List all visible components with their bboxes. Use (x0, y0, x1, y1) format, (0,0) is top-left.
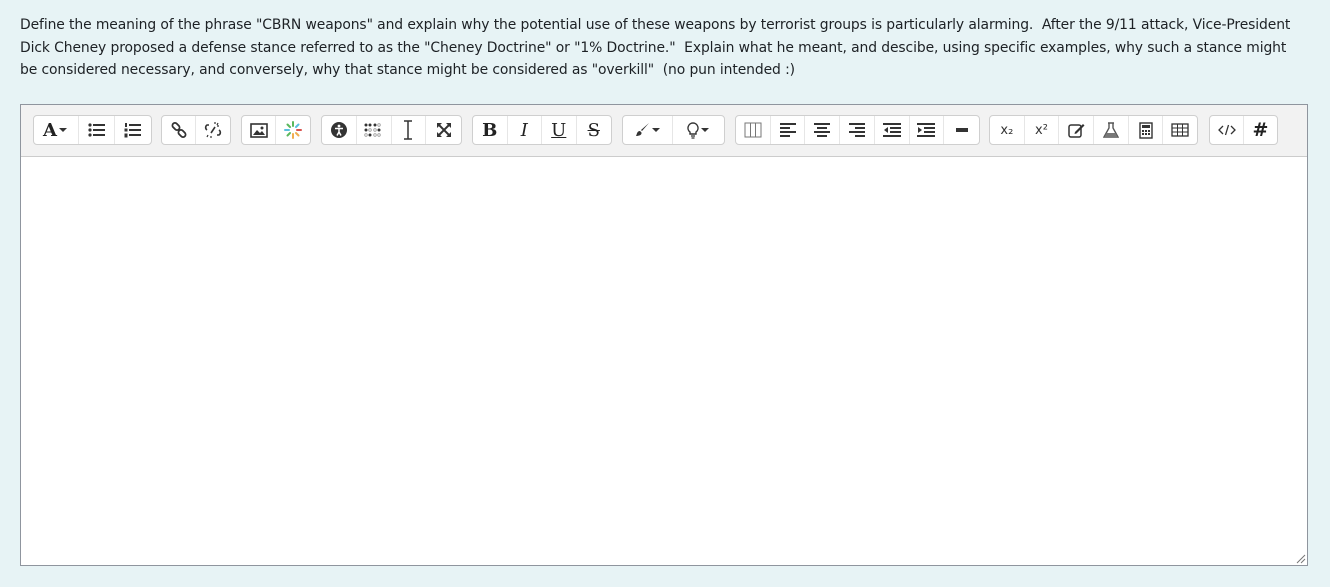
indent-icon (917, 123, 936, 137)
align-center-icon (814, 123, 831, 137)
indent-button[interactable] (910, 116, 945, 144)
align-left-button[interactable] (771, 116, 806, 144)
bullet-list-icon (87, 123, 105, 137)
underline-button[interactable]: U (542, 116, 577, 144)
outdent-icon (882, 123, 901, 137)
equation-editor-button[interactable] (1059, 116, 1095, 144)
subscript-icon: x₂ (1000, 122, 1014, 138)
edit-box-icon (1067, 124, 1085, 138)
toolbar-group-insert: x₂ x² (989, 115, 1198, 145)
caret-down-icon (700, 128, 709, 132)
outdent-button[interactable] (875, 116, 910, 144)
fullscreen-button[interactable] (426, 116, 461, 144)
editor-content-area[interactable] (21, 157, 1307, 565)
paintbrush-icon (635, 123, 649, 136)
toolbar-group-text-format: B I U S (472, 115, 612, 145)
horizontal-rule-icon (955, 128, 968, 132)
columns-button[interactable] (736, 116, 771, 144)
horizontal-rule-button[interactable] (944, 116, 979, 144)
rich-text-editor: A B I U S x₂ x² # (20, 104, 1308, 566)
superscript-icon: x² (1035, 122, 1048, 138)
toolbar-group-code: # (1209, 115, 1278, 145)
unordered-list-button[interactable] (79, 116, 115, 144)
question-text: Define the meaning of the phrase "CBRN w… (20, 17, 1295, 78)
braille-icon (363, 123, 381, 137)
table-icon (1171, 123, 1189, 137)
toolbar-group-media (241, 115, 311, 145)
insert-media-button[interactable] (276, 116, 310, 144)
toolbar-group-style: A (33, 115, 152, 145)
hashtag-button[interactable]: # (1244, 116, 1277, 144)
screenreader-helper-button[interactable] (357, 116, 392, 144)
hashtag-icon: # (1252, 119, 1269, 141)
link-icon (171, 122, 186, 138)
align-right-button[interactable] (840, 116, 875, 144)
toolbar-group-links (161, 115, 231, 145)
align-left-icon (779, 123, 796, 137)
code-icon (1217, 124, 1236, 136)
font-color-dropdown[interactable] (623, 116, 674, 144)
expand-icon (436, 123, 451, 137)
chemistry-editor-button[interactable] (1094, 116, 1129, 144)
media-sparkle-icon (284, 121, 302, 139)
accessibility-icon (330, 122, 347, 138)
toolbar-group-alignment (735, 115, 980, 145)
ordered-list-button[interactable] (115, 116, 151, 144)
background-color-dropdown[interactable] (673, 116, 724, 144)
underline-icon: U (551, 119, 567, 141)
editor-toolbar: A B I U S x₂ x² # (21, 105, 1307, 157)
insert-image-button[interactable] (242, 116, 277, 144)
subscript-button[interactable]: x₂ (990, 116, 1025, 144)
link-button[interactable] (162, 116, 197, 144)
accessibility-checker-button[interactable] (322, 116, 357, 144)
html-source-button[interactable] (1210, 116, 1244, 144)
unlink-icon (204, 122, 222, 138)
calculator-icon (1138, 121, 1153, 139)
image-icon (249, 122, 268, 138)
font-a-glyph: A (43, 119, 57, 141)
columns-icon (744, 122, 762, 138)
insert-table-button[interactable] (1163, 116, 1197, 144)
superscript-button[interactable]: x² (1025, 116, 1060, 144)
resize-grip-icon[interactable] (1296, 554, 1306, 564)
bold-icon: B (482, 119, 498, 141)
strikethrough-icon: S (587, 119, 600, 141)
toolbar-group-colors (622, 115, 725, 145)
flask-icon (1102, 121, 1119, 138)
font-style-dropdown[interactable]: A (34, 116, 79, 144)
caret-down-icon (651, 128, 660, 132)
align-right-icon (849, 123, 866, 137)
clear-formatting-button[interactable] (392, 116, 427, 144)
calculator-button[interactable] (1129, 116, 1164, 144)
lightbulb-icon (686, 121, 699, 139)
unlink-button[interactable] (196, 116, 230, 144)
caret-down-icon (58, 128, 67, 132)
toolbar-group-tools (321, 115, 462, 145)
numbered-list-icon (124, 122, 141, 137)
italic-button[interactable]: I (508, 116, 542, 144)
italic-icon: I (520, 119, 528, 141)
align-center-button[interactable] (805, 116, 841, 144)
text-cursor-icon (404, 120, 413, 140)
strikethrough-button[interactable]: S (577, 116, 611, 144)
bold-button[interactable]: B (473, 116, 508, 144)
